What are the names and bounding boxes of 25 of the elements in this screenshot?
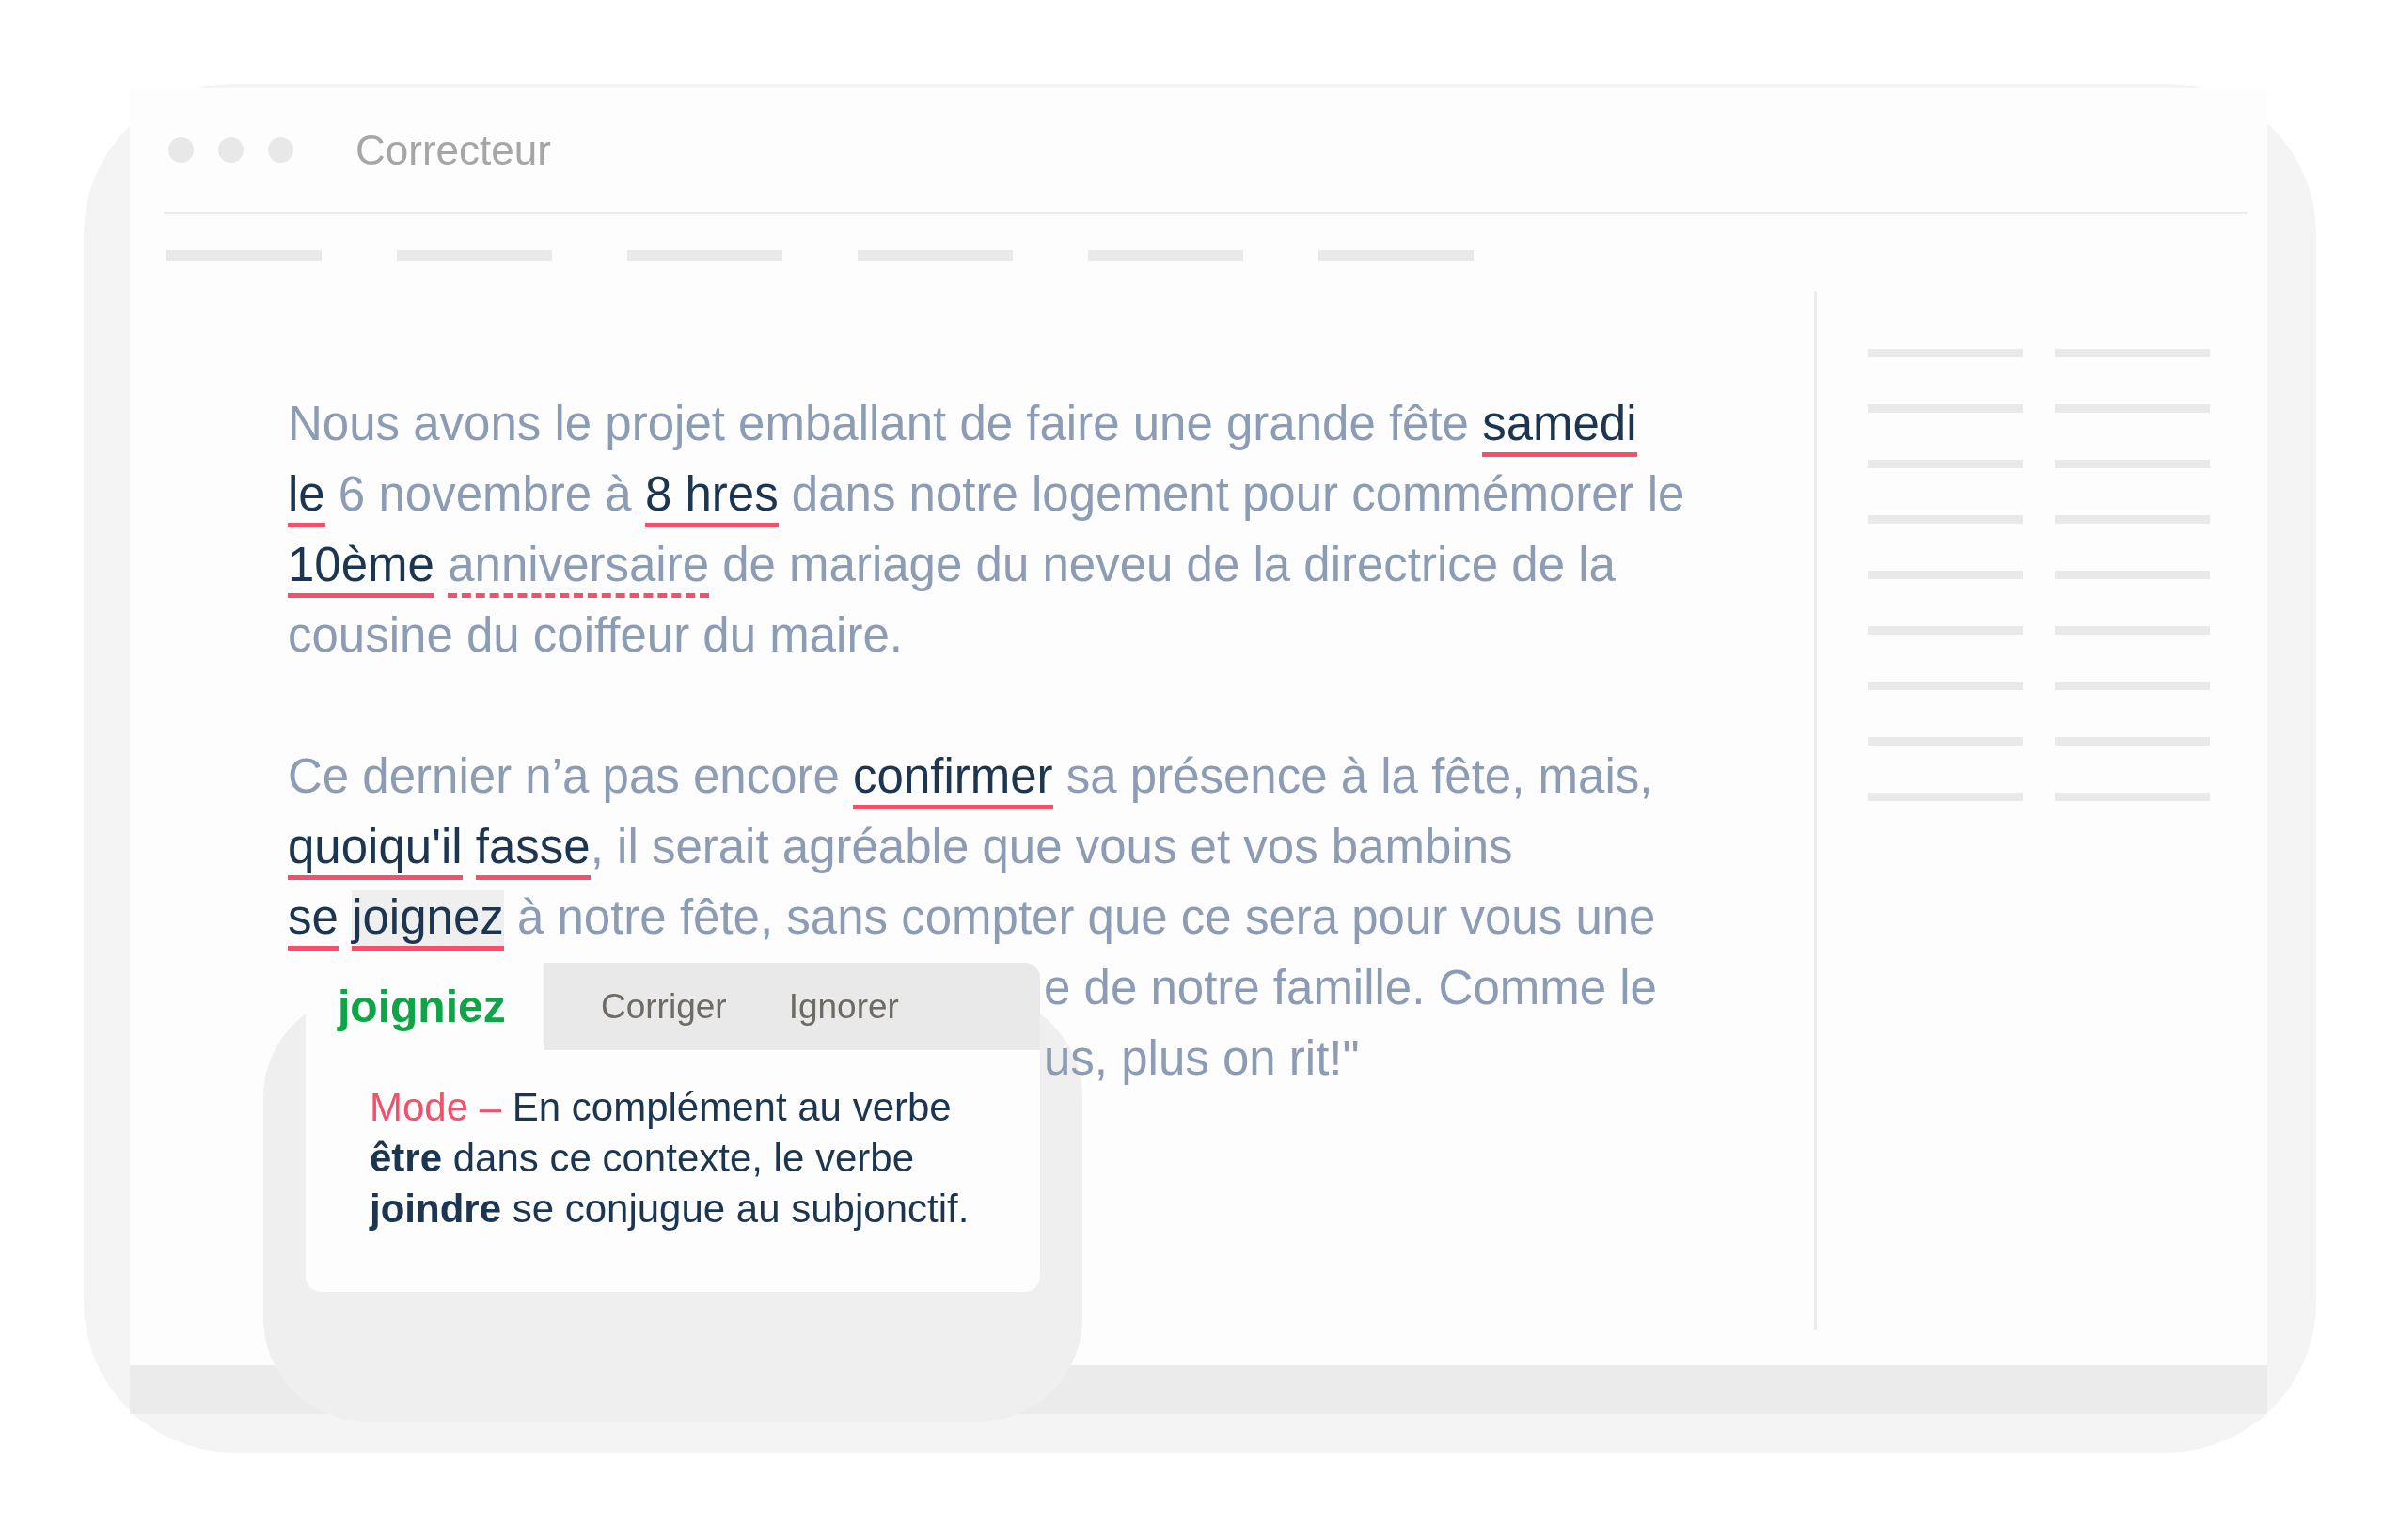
window-title: Correcteur (355, 126, 551, 174)
explanation-text: Mode – En complément au verbe être dans ce contexte, le verbe joindre se conjugue au subjonctif. (368, 1084, 970, 1233)
flagged-word[interactable]: se (288, 890, 339, 951)
flagged-word[interactable]: quoiqu'il (288, 820, 463, 880)
body-text: e de notre famille. Comme le (1044, 961, 1657, 1014)
body-text: dans notre logement pour commémorer le (790, 467, 1685, 521)
body-text: us, plus on rit!" (1044, 1031, 1360, 1085)
flagged-word[interactable]: confirmer (853, 749, 1053, 809)
suggested-correction: joigniez (336, 981, 507, 1033)
body-text: Ce dernier n’a pas encore (288, 749, 841, 803)
body-text: 6 novembre à (337, 467, 633, 521)
body-text: sa présence à la fête, mais, (1065, 749, 1653, 803)
body-text: cousine du coiffeur du maire. (288, 608, 903, 662)
flagged-word[interactable]: le (288, 467, 325, 527)
flagged-word[interactable]: 10ème (288, 538, 434, 598)
body-text: Nous avons le projet emballant de faire une grande fête (288, 397, 1470, 450)
action-button[interactable]: Corriger (593, 982, 734, 1030)
flagged-word[interactable]: fasse (475, 820, 591, 880)
body-text: à notre fête, sans compter que ce sera pour vous une (515, 890, 1656, 944)
flagged-word[interactable]: 8 hres (644, 467, 779, 527)
flagged-word[interactable]: joignez (352, 890, 504, 951)
body-text: , il serait agréable que vous et vos bambins (590, 820, 1513, 873)
flagged-word[interactable]: samedi (1482, 397, 1637, 457)
body-text: de mariage du neveu de la directrice de la (721, 538, 1616, 591)
action-button[interactable]: Ignorer (781, 982, 907, 1030)
